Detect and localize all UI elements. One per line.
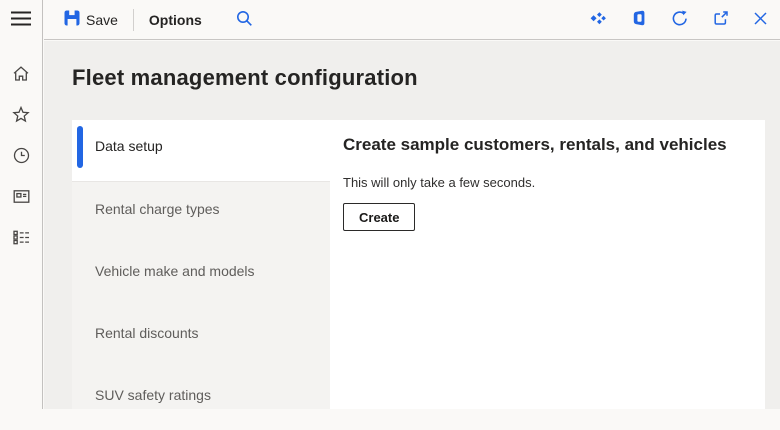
nav-modules-button[interactable] [0, 217, 43, 258]
tab-suv-safety-ratings[interactable]: SUV safety ratings [72, 368, 330, 430]
options-button[interactable]: Options [147, 8, 204, 32]
clock-icon [13, 147, 30, 164]
tab-panel-data-setup: Create sample customers, rentals, and ve… [330, 120, 765, 409]
nav-favorites-button[interactable] [0, 94, 43, 135]
tab-label: SUV safety ratings [95, 387, 211, 403]
tab-label: Rental discounts [95, 325, 199, 341]
hamburger-menu-button[interactable] [0, 0, 43, 40]
toolbar-divider [133, 9, 134, 31]
command-bar-right [587, 8, 770, 32]
search-icon [236, 10, 253, 30]
save-icon [64, 10, 80, 29]
apps-button[interactable] [587, 9, 609, 31]
tab-label: Vehicle make and models [95, 263, 255, 279]
office-button[interactable] [629, 8, 649, 31]
apps-icon [589, 11, 607, 29]
save-button[interactable]: Save [62, 6, 120, 33]
save-label: Save [86, 12, 118, 28]
sidebar [0, 0, 43, 409]
panel-subtext: This will only take a few seconds. [343, 175, 749, 190]
tab-vehicle-make-and-models[interactable]: Vehicle make and models [72, 244, 330, 306]
active-tab-indicator [77, 126, 83, 168]
nav-recent-button[interactable] [0, 135, 43, 176]
open-new-window-icon [712, 10, 729, 30]
tab-rental-discounts[interactable]: Rental discounts [72, 306, 330, 368]
sidebar-nav [0, 53, 43, 258]
nav-home-button[interactable] [0, 53, 43, 94]
close-button[interactable] [751, 9, 770, 31]
search-button[interactable] [232, 6, 257, 34]
page-title: Fleet management configuration [72, 65, 418, 91]
main-area: Fleet management configuration Data setu… [44, 41, 780, 409]
tab-list: Data setup Rental charge types Vehicle m… [72, 120, 330, 409]
app-window: Save Options [0, 0, 780, 409]
command-bar: Save Options [44, 0, 780, 40]
office-icon [631, 10, 647, 29]
form-icon [13, 189, 30, 204]
nav-workspaces-button[interactable] [0, 176, 43, 217]
configuration-card: Data setup Rental charge types Vehicle m… [72, 120, 765, 409]
hamburger-icon [11, 11, 31, 29]
tab-rental-charge-types[interactable]: Rental charge types [72, 182, 330, 244]
open-new-window-button[interactable] [710, 8, 731, 32]
home-icon [12, 65, 30, 82]
refresh-icon [671, 10, 688, 30]
create-button[interactable]: Create [343, 203, 415, 231]
list-icon [13, 230, 30, 245]
close-icon [753, 11, 768, 29]
refresh-button[interactable] [669, 8, 690, 32]
panel-heading: Create sample customers, rentals, and ve… [343, 134, 749, 155]
tab-label: Rental charge types [95, 201, 220, 217]
star-icon [12, 106, 30, 123]
tab-data-setup[interactable]: Data setup [72, 120, 330, 182]
tab-label: Data setup [95, 138, 163, 154]
